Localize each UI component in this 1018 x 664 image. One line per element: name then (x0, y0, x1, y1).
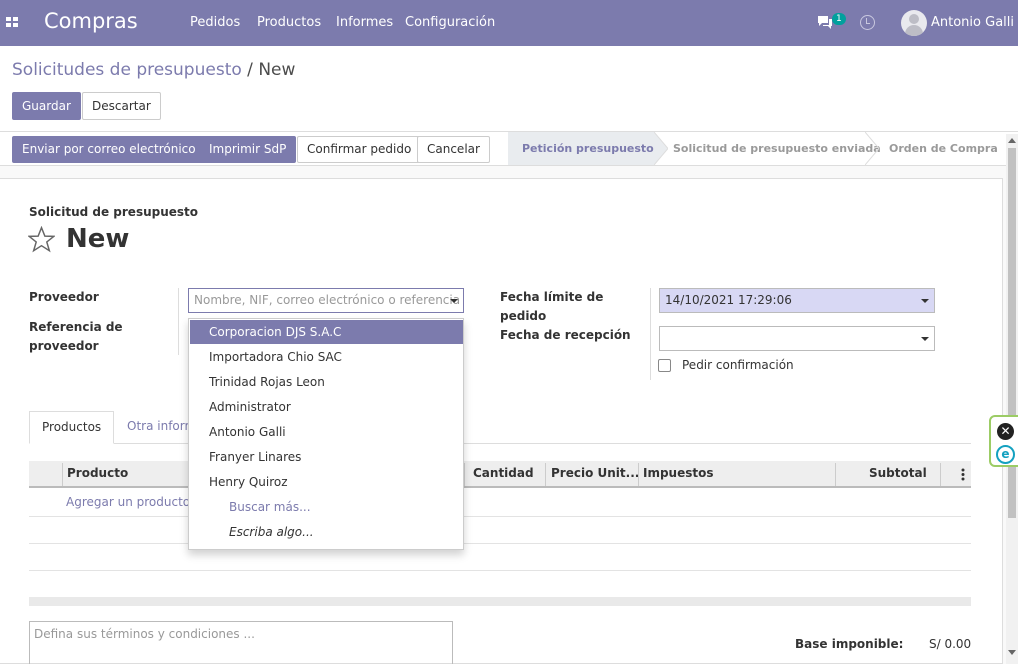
app-brand[interactable]: Compras (44, 9, 138, 33)
ask-confirmation-checkbox[interactable] (658, 359, 671, 372)
terms-conditions-field[interactable]: Defina sus términos y condiciones ... (29, 621, 453, 664)
dropdown-option[interactable]: Henry Quiroz (190, 470, 463, 494)
stage-sent[interactable]: Solicitud de presupuesto enviada (673, 132, 881, 165)
column-subtotal[interactable]: Subtotal (865, 461, 931, 486)
menu-configuracion[interactable]: Configuración (405, 15, 495, 30)
menu-productos[interactable]: Productos (257, 15, 321, 30)
document-title: New (66, 224, 130, 254)
column-product[interactable]: Producto (63, 461, 132, 486)
discard-button[interactable]: Descartar (82, 92, 161, 120)
table-footer-band (29, 597, 971, 606)
receipt-date-label: Fecha de recepción (500, 328, 631, 342)
chevron-down-icon[interactable] (450, 299, 458, 303)
column-separator (464, 463, 465, 486)
vendor-input-placeholder: Nombre, NIF, correo electrónico o refere… (194, 293, 461, 307)
table-header: Producto Cantidad Precio Unit... Impuest… (29, 461, 971, 488)
order-deadline-label: Fecha límite de pedido (500, 290, 604, 323)
stage-request[interactable]: Petición presupuesto (508, 132, 654, 165)
send-email-button[interactable]: Enviar por correo electrónico (12, 136, 206, 163)
cancel-button[interactable]: Cancelar (417, 136, 490, 163)
vendor-reference-label: Referencia de proveedor (29, 320, 123, 353)
column-options-icon[interactable] (961, 468, 965, 481)
breadcrumb: Solicitudes de presupuesto / New (12, 60, 295, 80)
column-quantity[interactable]: Cantidad (469, 461, 538, 486)
add-product-link[interactable]: Agregar un producto (66, 495, 190, 509)
scroll-up-arrow[interactable] (1008, 138, 1016, 143)
table-row (29, 570, 971, 571)
scrollbar[interactable] (1006, 134, 1018, 664)
column-separator (545, 463, 546, 486)
tab-products[interactable]: Productos (29, 411, 115, 444)
save-button[interactable]: Guardar (12, 92, 81, 120)
clock-icon[interactable] (860, 15, 875, 30)
chat-count-badge: 1 (832, 13, 846, 25)
e-icon[interactable]: e (996, 445, 1015, 464)
order-deadline-value: 14/10/2021 17:29:06 (665, 293, 792, 307)
dropdown-option[interactable]: Administrator (190, 395, 463, 419)
print-rfq-button[interactable]: Imprimir SdP (199, 136, 297, 163)
floating-extension-widget: ✕ e (989, 415, 1018, 467)
column-separator (835, 463, 836, 486)
field-separator (178, 288, 179, 355)
stage-chevron (865, 132, 879, 165)
order-deadline-input[interactable]: 14/10/2021 17:29:06 (659, 288, 935, 313)
menu-informes[interactable]: Informes (336, 15, 393, 30)
search-more-option[interactable]: Buscar más... (190, 495, 463, 519)
top-navbar: Compras Pedidos Productos Informes Confi… (0, 0, 1018, 46)
vendor-input[interactable]: Nombre, NIF, correo electrónico o refere… (188, 288, 464, 313)
table-row (29, 516, 971, 517)
field-separator (650, 288, 651, 380)
type-something-hint: Escriba algo... (229, 525, 314, 539)
dropdown-option[interactable]: Corporacion DJS S.A.C (190, 320, 463, 344)
star-icon[interactable] (28, 226, 55, 253)
table-row (29, 543, 971, 544)
ask-confirmation-label[interactable]: Pedir confirmación (682, 358, 794, 372)
breadcrumb-current: New (258, 60, 296, 80)
scroll-down-arrow[interactable] (1008, 650, 1016, 655)
chevron-down-icon[interactable] (921, 299, 929, 303)
breadcrumb-parent-link[interactable]: Solicitudes de presupuesto (12, 60, 242, 80)
user-name[interactable]: Antonio Galli (931, 15, 1014, 30)
chevron-down-icon[interactable] (921, 337, 929, 341)
confirm-order-button[interactable]: Confirmar pedido (297, 136, 422, 163)
column-taxes[interactable]: Impuestos (639, 461, 718, 486)
breadcrumb-separator: / (241, 60, 259, 80)
menu-pedidos[interactable]: Pedidos (190, 15, 240, 30)
dropdown-option[interactable]: Antonio Galli (190, 420, 463, 444)
vendor-label: Proveedor (29, 290, 99, 304)
dropdown-option[interactable]: Franyer Linares (190, 445, 463, 469)
stage-chevron (654, 132, 668, 165)
dropdown-option[interactable]: Trinidad Rojas Leon (190, 370, 463, 394)
chat-icon[interactable] (817, 14, 833, 30)
column-unit-price[interactable]: Precio Unit... (547, 461, 643, 486)
close-icon[interactable]: ✕ (997, 423, 1014, 440)
untaxed-amount-label: Base imponible: (795, 637, 904, 651)
stage-purchase-order[interactable]: Orden de Compra (889, 132, 998, 165)
untaxed-amount-value: S/ 0.00 (929, 637, 972, 651)
column-separator (940, 463, 941, 486)
document-type-label: Solicitud de presupuesto (29, 205, 199, 219)
vendor-autocomplete-dropdown: Corporacion DJS S.A.C Importadora Chio S… (188, 318, 464, 550)
dropdown-option[interactable]: Importadora Chio SAC (190, 345, 463, 369)
receipt-date-input[interactable] (659, 326, 935, 351)
avatar[interactable] (901, 10, 927, 36)
apps-icon[interactable] (6, 17, 18, 28)
